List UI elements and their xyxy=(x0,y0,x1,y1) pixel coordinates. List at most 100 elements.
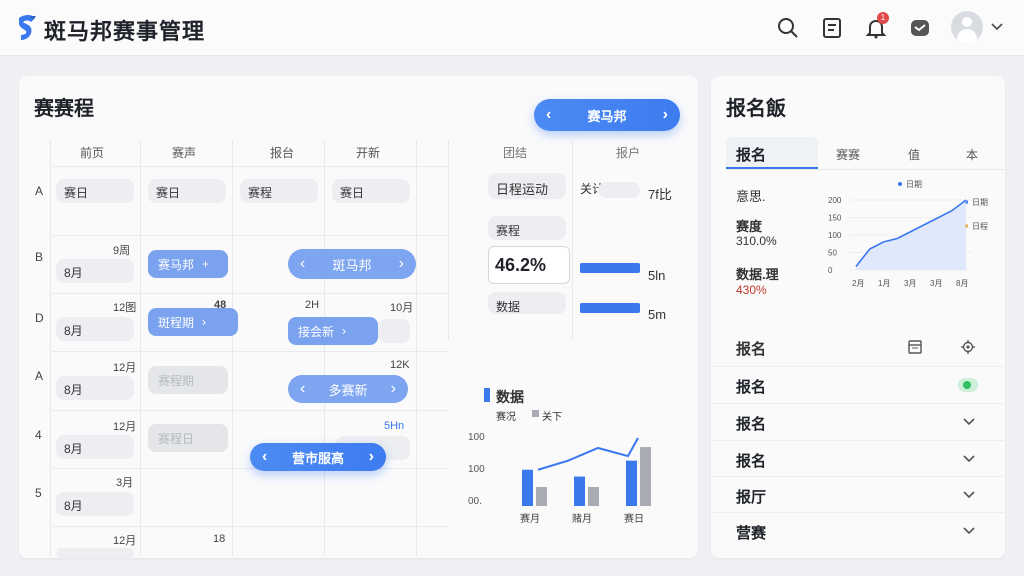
activity-bar xyxy=(598,182,640,198)
schedule-cell[interactable]: 8月 xyxy=(56,376,134,400)
search-icon[interactable] xyxy=(776,16,800,40)
match-chip[interactable]: 斑程期 › xyxy=(148,308,238,336)
chart-title-marker xyxy=(484,388,490,402)
chevron-right-icon[interactable]: › xyxy=(399,256,404,272)
chevron-down-icon[interactable] xyxy=(962,451,976,465)
list-item[interactable]: 营赛 xyxy=(712,512,1004,548)
list-item[interactable]: 报名 xyxy=(712,403,1004,439)
chevron-left-icon[interactable]: ‹ xyxy=(262,449,267,465)
chevron-right-icon[interactable]: › xyxy=(663,107,668,123)
team-pill[interactable]: ‹ 营市服高 › xyxy=(250,443,386,471)
list-item[interactable]: 报厅 xyxy=(712,476,1004,512)
grid-line xyxy=(52,293,448,294)
legend-label: 日程 xyxy=(972,222,988,231)
tab-match[interactable]: 赛赛 xyxy=(836,146,860,163)
chevron-down-icon[interactable] xyxy=(962,414,976,428)
match-chip-label: 赛程日 xyxy=(158,431,195,446)
grid-line xyxy=(324,140,325,556)
chevron-left-icon[interactable]: ‹ xyxy=(546,107,551,123)
stat-box[interactable]: 赛程 xyxy=(488,216,566,240)
document-icon[interactable] xyxy=(820,16,844,40)
cell-number: 2H xyxy=(305,299,320,311)
legend-dot xyxy=(898,182,902,186)
plus-icon[interactable]: + xyxy=(202,257,209,271)
avatar[interactable] xyxy=(951,11,983,43)
top-bar: 斑马邦赛事管理 1 xyxy=(0,0,1024,56)
match-chip-label: 赛马邦 xyxy=(158,257,195,272)
schedule-cell[interactable]: 8月 xyxy=(56,492,134,516)
chevron-down-icon[interactable] xyxy=(962,487,976,501)
logo-icon xyxy=(19,15,36,40)
chevron-down-icon[interactable] xyxy=(990,20,1004,34)
x-tick-label: 赛日 xyxy=(624,512,644,525)
message-icon[interactable] xyxy=(908,16,932,40)
y-tick-label: 100 xyxy=(828,231,842,240)
info-value: 310.0% xyxy=(736,234,777,248)
bar-value: 5m xyxy=(648,307,667,322)
match-chip[interactable]: 接会新 › xyxy=(288,317,378,345)
chevron-left-icon[interactable]: ‹ xyxy=(300,256,305,272)
x-tick-label: 赌月 xyxy=(572,512,592,525)
y-tick-label: 200 xyxy=(828,196,842,205)
series-line xyxy=(537,437,639,471)
info-label: 意思. xyxy=(736,189,766,204)
schedule-cell[interactable] xyxy=(56,548,134,558)
schedule-cell[interactable]: 8月 xyxy=(56,259,134,283)
grid-line xyxy=(140,140,141,556)
list-item-label: 报名 xyxy=(736,379,767,396)
activity-box[interactable]: 日程运动 xyxy=(488,173,566,199)
bar-chart: 100 100 00. 赛月 赌月 赛日 xyxy=(468,432,651,525)
status-toggle[interactable] xyxy=(958,378,978,392)
list-item[interactable]: 报名 xyxy=(712,440,1004,476)
column-header[interactable]: 赛声 xyxy=(172,144,196,161)
chevron-right-icon[interactable]: › xyxy=(342,324,346,338)
calendar-icon[interactable] xyxy=(907,339,923,355)
team-pill[interactable]: ‹ 斑马邦 › xyxy=(288,249,416,279)
schedule-cell[interactable]: 赛日 xyxy=(332,179,410,203)
grid-line xyxy=(448,140,449,340)
chevron-right-icon[interactable]: › xyxy=(391,381,396,397)
team-pill[interactable]: ‹ 多赛新 › xyxy=(288,375,408,403)
signup-title: 报名飯 xyxy=(726,98,786,120)
stat-box[interactable]: 数据 xyxy=(488,292,566,314)
schedule-cell[interactable]: 赛日 xyxy=(56,179,134,203)
schedule-cell[interactable] xyxy=(378,319,410,343)
chevron-right-icon[interactable]: › xyxy=(369,449,374,465)
settings-icon[interactable] xyxy=(960,339,976,355)
match-chip[interactable]: 赛程日 xyxy=(148,424,228,452)
column-header[interactable]: 报台 xyxy=(270,144,294,161)
tab-signup[interactable]: 报名 xyxy=(736,144,766,165)
match-chip[interactable]: 赛程期 xyxy=(148,366,228,394)
bar xyxy=(588,486,599,506)
chevron-left-icon[interactable]: ‹ xyxy=(300,381,305,397)
cell-number: 12月 xyxy=(113,535,137,547)
column-header[interactable]: 开新 xyxy=(356,144,380,161)
cell-number: 10月 xyxy=(390,302,414,314)
tab-this[interactable]: 本 xyxy=(966,146,978,163)
stat-column-header: 报户 xyxy=(616,146,641,160)
y-tick-label: 0 xyxy=(828,266,833,275)
grid-line xyxy=(50,140,51,556)
list-item[interactable]: 报名 xyxy=(712,366,1004,402)
chevron-right-icon[interactable]: › xyxy=(202,315,206,329)
row-label: D xyxy=(35,311,44,325)
bar xyxy=(626,460,637,506)
schedule-cell[interactable]: 8月 xyxy=(56,435,134,459)
cell-number: 9周 xyxy=(113,245,131,257)
x-tick-label: 3月 xyxy=(904,279,916,288)
schedule-cell[interactable]: 赛程 xyxy=(240,179,318,203)
grid-line xyxy=(232,140,233,556)
column-header[interactable]: 前页 xyxy=(80,144,104,161)
schedule-cell[interactable]: 赛日 xyxy=(148,179,226,203)
cell-number: 12月 xyxy=(113,362,137,374)
chevron-down-icon[interactable] xyxy=(962,523,976,537)
team-pill-label: 多赛新 xyxy=(328,382,368,398)
match-chip[interactable]: 赛马邦 + xyxy=(148,250,228,278)
team-switcher[interactable]: ‹ 赛马邦 › xyxy=(534,99,680,131)
chart-title: 数据 xyxy=(496,389,524,405)
cell-number: 18 xyxy=(213,533,226,545)
notification-badge: 1 xyxy=(877,12,889,24)
grid-line xyxy=(572,140,573,340)
schedule-cell[interactable]: 8月 xyxy=(56,317,134,341)
tab-value[interactable]: 值 xyxy=(908,146,920,163)
